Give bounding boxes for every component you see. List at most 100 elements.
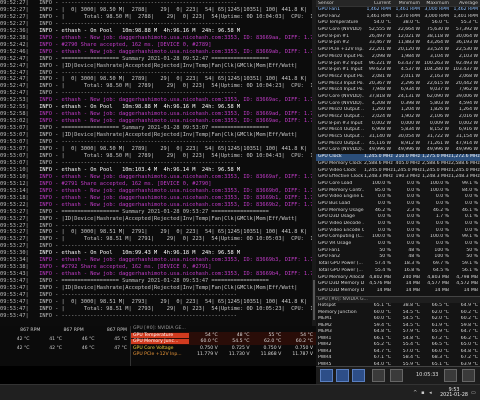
sensor-row[interactable]: GPU Misc0 Output ... 1,260 W 1,204 W 1,826 … [316, 107, 480, 114]
sensor-row[interactable]: GPU Memory Contr... 85.0 % 0.0 % 100.0 % 84.… [316, 188, 480, 195]
sensor-name: GPU VR Usage [318, 241, 352, 247]
log-icon[interactable] [390, 369, 403, 382]
sensor-row[interactable]: GPU Video Engine L... 0.0 % 0.0 % 0.0 % 0.0 … [316, 194, 480, 201]
console-text: INFO - ethash - New job: daggerhashimoto… [36, 118, 312, 125]
sensor-row[interactable]: GPU D3D Memory D... 14 MB 14 MB 14 MB 14 MB [316, 288, 480, 295]
reset-icon[interactable] [320, 369, 333, 382]
sensor-row[interactable]: GPU Fan1 50 % 48 % 100 % 50 % [316, 248, 480, 255]
sensor-value: 1,984 W [400, 53, 420, 59]
network-icon[interactable]: ▪ [421, 390, 426, 396]
sensor-value: 84.0 % [461, 187, 478, 193]
sensor-row[interactable]: GPU Misc2 Input Po... 2,081 W 2,011 W 2,163… [316, 74, 480, 81]
console-text: INFO - #2791 Share accepted, 162 ms. [DE… [36, 180, 212, 187]
sensor-name: GPU Core (NVVDD)... [318, 93, 364, 99]
sensor-row[interactable]: GPU Memory Clock 2,588.6 MHz 405.0 MHz 2,58… [316, 161, 480, 168]
sensor-row[interactable]: GPU Computing (C... 100.0 % 0.0 % 100.0 % 99… [316, 234, 480, 241]
sensor-value: 100.0 % [430, 180, 449, 186]
sensor-value: 0.0 % [406, 187, 420, 193]
col-maximum[interactable]: Maximum [422, 1, 451, 6]
sensor-value: 57.4 % [374, 261, 391, 267]
sensor-row[interactable]: GPU Misc2 Output ... 2,024 W 1,902 W 2,106 … [316, 114, 480, 121]
console-line: 09:53:07| INFO - ================== Summ… [0, 125, 312, 132]
sensor-row[interactable]: GPU Temperature 54.0 °C 38.0 °C 56.0 °C 55.3… [316, 20, 480, 27]
col-minimum[interactable]: Minimum [393, 1, 422, 6]
sensor-row[interactable]: GPU Video Encode 0... 0.0 % 0.0 % 0.0 % 0.0 … [316, 228, 480, 235]
sensor-row[interactable]: GPU Misc0 Output ... 45,116 W 8,912 W 71,26… [316, 141, 480, 148]
overlay-value: 46 °C [81, 346, 95, 351]
sensor-row[interactable]: GPU 8-pin #1 26,497 W 12,021 W 38,118 W 30,0… [316, 34, 480, 41]
sensor-row[interactable]: GPU Memory Allocated 4,802 MB 240 MB 4,803 … [316, 275, 480, 282]
sensor-row[interactable]: GPU D3D Memory D... 4,576 MB 14 MB 4,577 MB… [316, 281, 480, 288]
gpu-sensor-block: GPU [#0]: NVIDIA G... Hotspot 65.1 °C 38.8… [316, 296, 480, 366]
console-line: 09:52:47| INFO - -----------------------… [0, 90, 312, 97]
console-timestamp: 09:52:47| [0, 69, 29, 76]
chevron-up-icon[interactable]: ^ [413, 390, 418, 396]
sensor-row[interactable]: GPU Core (NVVDD)... 37,818 W 24,131 W 62,09… [316, 94, 480, 101]
sensor-value: 8,152 W [429, 127, 449, 133]
sensor-row[interactable]: Total GPU Power [... 55.4 % 16.8 % 64.5 % 56… [316, 268, 480, 275]
sensor-name: GPU Video Engine L... [318, 194, 364, 200]
sensor-row[interactable]: GPU VR Usage 0.0 % 0.0 % 0.0 % 0.0 % [316, 241, 480, 248]
sensor-row[interactable]: Total GPU Power (... 57.4 % 18.3 % 69.7 % 59… [316, 261, 480, 268]
console-line: 09:53:47| INFO - -----------------------… [0, 313, 312, 320]
sensor-value: 22,530 W [455, 47, 478, 53]
sensor-row[interactable]: GPU Fan1 1,462 RPM 1,461 RPM 3,000 RPM 1,462… [316, 7, 480, 14]
sensor-row[interactable]: GPU Fan2 1,461 RPM 1,270 RPM 3,000 RPM 1,401… [316, 14, 480, 21]
console-scrollbar-thumb[interactable] [313, 280, 315, 320]
console-timestamp: 09:53:22| [0, 201, 29, 208]
console-line: 09:52:42| INFO - #2790 Share accepted, 1… [0, 42, 312, 49]
taskbar-clock[interactable]: 9:53 2021-01-28 [440, 388, 468, 399]
sensor-row[interactable]: GPU Clock 1,245.0 MHz 210.0 MHz 1,275.0 MHz… [316, 154, 480, 161]
sensor-row[interactable]: GPU 8-pin #2 33,467 W 11,883 W 43,264 W 36,1… [316, 40, 480, 47]
sensor-row[interactable]: GPU 8-pin #1 Input 99.623 W 4.537 W 104.280… [316, 67, 480, 74]
volume-icon[interactable]: ◂ [429, 390, 434, 396]
col-current[interactable]: Current [364, 1, 393, 6]
sensor-row[interactable]: GPU Misc3 Input Po... 20,367 W 2,296 W 22,6… [316, 81, 480, 88]
console-text: INFO - ethash - New job: daggerhashimoto… [36, 97, 312, 104]
col-sensor[interactable]: Sensor [316, 1, 364, 6]
overlay-sensor-value: 11.868 V [260, 352, 282, 358]
sensor-row[interactable]: GPU Misc0 Input Po... 2,098 W 1,984 W 3,104… [316, 54, 480, 61]
miner-console[interactable]: 09:52:27| INFO - -----------------------… [0, 0, 312, 326]
sensor-row[interactable]: GPU Core (NVVDD) 52,555 W 22,664 W 75,630 W… [316, 27, 480, 34]
sensor-row[interactable]: GPU Bus Load 0.0 % 0.0 % 0.0 % 0.0 % [316, 201, 480, 208]
sensor-value: 85.0 % [374, 187, 391, 193]
sensor-value: 49,996 W [426, 147, 449, 153]
clock-icon[interactable] [444, 369, 457, 382]
overlay-sensor-value: 0.750 V [295, 345, 313, 351]
sensor-row[interactable]: GPU Core Load 100.0 % 0.0 % 100.0 % 99.1 % [316, 181, 480, 188]
close-icon[interactable] [462, 369, 475, 382]
sensor-value: 14 MB [405, 281, 420, 287]
console-text: INFO - ethash - On Pool 10m:98.88 M 4h:9… [36, 27, 241, 34]
sensor-value: 0.0 % [435, 221, 449, 226]
sensor-row[interactable]: GPU Core (NVVDD)... 4,208 W 0.398 W 5,803 W… [316, 101, 480, 108]
gpu-overlay: GPU [#0]: NVIDIA GE... GPU Temperature 54… [130, 326, 316, 366]
sensor-row[interactable]: GPU D3D Usage 0.0 % 0.0 % 1.7 % 0.1 % [316, 214, 480, 221]
network-icon[interactable] [352, 369, 365, 382]
layout-icon[interactable] [372, 369, 385, 382]
sensor-row[interactable]: GPU Core (NVVDD)... 49,996 W 49,996 W 49,99… [316, 147, 480, 154]
sensor-name: GPU 8-pin #1 Input [318, 67, 363, 73]
sensor-value: 2,103 W [458, 53, 478, 59]
settings-icon[interactable] [336, 369, 349, 382]
sensor-row[interactable]: GPU Video Clock 1,245.0 MHz 1,245.0 MHz 1,2… [316, 168, 480, 175]
console-timestamp: 09:53:02| [0, 118, 29, 125]
sensor-row[interactable]: GPU Video Decode ... 0.0 % 0.0 % 0.0 % 0.0 % [316, 221, 480, 228]
sensor-row[interactable]: GPU 8-pin #3 Input 0,002 W 0,000 W 0,009 W 0… [316, 121, 480, 128]
sensor-row[interactable]: GPU PCIe +12V Inp... 22,201 W 20,120 W 33,5… [316, 47, 480, 54]
sensor-name: GPU Memory Allocated [318, 274, 364, 280]
sensor-name: GPU Core (NVVDD)... [318, 147, 364, 153]
sensor-row[interactable]: GPU Effective Clock 1,248.3 MHz 190.3 MHz 1… [316, 174, 480, 181]
sensor-row[interactable]: GPU Memory Usage 46.2 % 2.3 % 46.2 % 46.1 % [316, 208, 480, 215]
sensor-row[interactable]: GPU Misc4 Output ... 6,908 W 5,834 W 8,152 … [316, 127, 480, 134]
sensor-row[interactable]: GPU Misc5 Output ... 31,140 W 30,054 W 31,7… [316, 134, 480, 141]
sensor-row[interactable]: GPU Fan2 50 % 48 % 100 % 50 % [316, 254, 480, 261]
console-text: INFO - ethash - New job: daggerhashimoto… [36, 201, 312, 208]
sensor-row[interactable]: GPU Misc4 Input Po... 7,948 W 6,934 W 9,037… [316, 87, 480, 94]
console-line: 09:53:47| INFO - | Total: 98.51 M| 2793|… [0, 306, 312, 313]
sensor-value: 104.280 W [424, 67, 449, 73]
col-average[interactable]: Average [451, 1, 480, 6]
notification-icon[interactable]: ▭ [471, 390, 476, 396]
sensor-value: 3,104 W [429, 53, 449, 59]
sensor-row[interactable]: GPU 8-pin #2 Input 96.221 W 63.437 W 100.26… [316, 61, 480, 68]
